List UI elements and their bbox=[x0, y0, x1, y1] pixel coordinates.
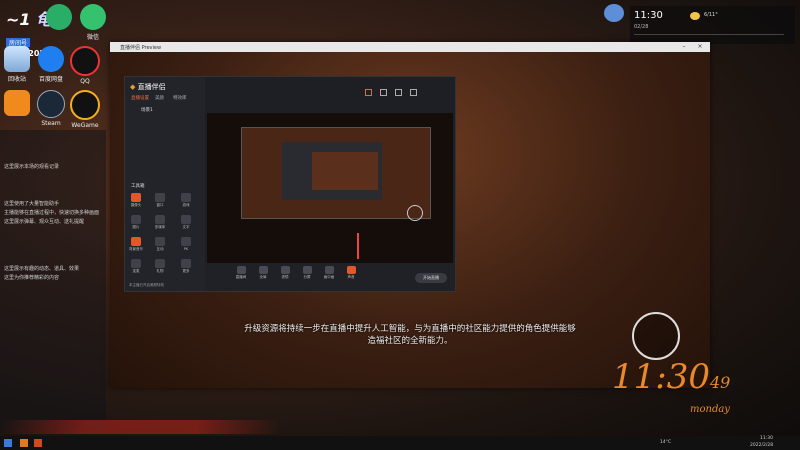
app-orange-icon bbox=[4, 90, 30, 116]
recycle-bin-icon bbox=[4, 46, 30, 72]
desktop-icon-wegame[interactable]: WeGame bbox=[68, 90, 102, 129]
app-footer: 本主播已开启美颜特效 bbox=[129, 283, 164, 287]
tab-effects[interactable]: 特效库 bbox=[173, 95, 187, 101]
window-titlebar: 直播伴侣 Preview – × bbox=[110, 42, 710, 52]
clock-widget: 11:30 02/28 6/11° bbox=[630, 6, 795, 44]
taskbar-app-icon[interactable] bbox=[20, 439, 28, 447]
panel-line: 这里展示有趣的动态、道具、效果 bbox=[4, 266, 80, 272]
window-title: 直播伴侣 Preview bbox=[120, 45, 162, 51]
toolbar-icon[interactable] bbox=[365, 89, 372, 96]
stream-preview[interactable] bbox=[207, 113, 453, 263]
btn-pip[interactable]: 画中画 bbox=[321, 266, 337, 280]
desktop-clock: 11:3049 bbox=[612, 360, 730, 400]
panel-line: 主播能够在直播过程中，快速切换多种画面 bbox=[4, 210, 100, 216]
widget-weather: 6/11° bbox=[704, 12, 718, 18]
start-menu-icon[interactable] bbox=[4, 439, 12, 447]
toolbar-icon[interactable] bbox=[380, 89, 388, 96]
tab-live-settings[interactable]: 直播设置 bbox=[131, 95, 149, 101]
tool-game[interactable]: 游戏 bbox=[179, 193, 193, 208]
tool-more[interactable]: 更多 bbox=[179, 259, 193, 274]
tool-text[interactable]: 文字 bbox=[179, 215, 193, 230]
close-button[interactable]: × bbox=[696, 43, 704, 51]
clock-seconds: 49 bbox=[709, 373, 731, 392]
tool-camera[interactable]: 摄像头 bbox=[129, 193, 143, 208]
clock-time: 11:30 bbox=[612, 357, 710, 397]
widget-time: 11:30 bbox=[634, 10, 663, 21]
btn-global[interactable]: 全局 bbox=[255, 266, 271, 280]
network-widget-icon[interactable] bbox=[604, 4, 624, 22]
panel-line: 这里展示本场的观看记录 bbox=[4, 164, 60, 170]
preview-emblem-icon bbox=[407, 205, 423, 221]
desktop-icon-wechat[interactable]: 微信 bbox=[76, 4, 110, 41]
clock-day: monday bbox=[690, 404, 730, 415]
baidu-netdisk-icon bbox=[38, 46, 64, 72]
tool-gift[interactable]: 礼物 bbox=[153, 259, 167, 274]
volume-slider[interactable] bbox=[357, 233, 359, 259]
tool-interact[interactable]: 互动 bbox=[153, 237, 167, 252]
widget-icon-row bbox=[634, 34, 784, 41]
widget-date: 02/28 bbox=[634, 24, 649, 30]
tool-image[interactable]: 图片 bbox=[129, 215, 143, 230]
streaming-app-window: ◆ 直播伴侣 直播设置 美颜 特效库 场景1 工具箱 摄像头 窗口 游戏 图片 … bbox=[124, 76, 456, 292]
toolbar-icon[interactable] bbox=[395, 89, 403, 96]
desktop-icon-wechat-1[interactable] bbox=[42, 4, 76, 30]
taskbar-time[interactable]: 11:30 bbox=[760, 436, 773, 441]
tool-window[interactable]: 窗口 bbox=[153, 193, 167, 208]
steam-icon bbox=[37, 90, 65, 118]
taskbar-date[interactable]: 2022/2/28 bbox=[750, 443, 773, 448]
wechat-icon bbox=[46, 4, 72, 30]
taskbar: 14°C 11:30 2022/2/28 bbox=[0, 436, 800, 450]
btn-room[interactable]: 直播间 bbox=[233, 266, 249, 280]
desktop-icon-qq[interactable]: QQ bbox=[68, 46, 102, 85]
tab-beauty[interactable]: 美颜 bbox=[155, 95, 164, 101]
desktop-icon-app-orange[interactable] bbox=[0, 90, 34, 116]
subtitle-line-1: 升级资源将持续一步在直播中提升人工智能，与为直播中的社区能力提供的角色提供能够 bbox=[244, 324, 576, 334]
btn-filter[interactable]: 滤镜 bbox=[277, 266, 293, 280]
btn-audio[interactable]: 声音 bbox=[343, 266, 359, 280]
tool-pk[interactable]: PK bbox=[179, 237, 193, 251]
wegame-icon bbox=[70, 90, 100, 120]
toolbar-icon[interactable] bbox=[410, 89, 418, 96]
btn-split[interactable]: 分屏 bbox=[299, 266, 315, 280]
weather-icon bbox=[690, 12, 700, 20]
preview-inner-screen bbox=[241, 127, 431, 219]
desktop-icon-steam[interactable]: Steam bbox=[34, 90, 68, 127]
left-chat-panel: 这里展示本场的观看记录 这里使用了大量智能助手 主播能够在直播过程中，快速切换多… bbox=[0, 130, 106, 430]
scene-item[interactable]: 场景1 bbox=[141, 107, 153, 113]
panel-line: 这里使用了大量智能助手 bbox=[4, 201, 60, 207]
start-live-button[interactable]: 开始直播 bbox=[415, 273, 447, 283]
minimize-button[interactable]: – bbox=[680, 43, 688, 51]
qq-icon bbox=[70, 46, 100, 76]
tool-music[interactable]: 背景音乐 bbox=[129, 237, 143, 252]
desktop-icon-baidu[interactable]: 百度网盘 bbox=[34, 46, 68, 83]
app-bottom-bar: 直播间 全局 滤镜 分屏 画中画 声音 开始直播 bbox=[205, 263, 455, 291]
preview-inner-app bbox=[282, 142, 382, 200]
taskbar-app-icon[interactable] bbox=[34, 439, 42, 447]
panel-line: 这里展示弹幕、观众互动、送礼提醒 bbox=[4, 219, 85, 225]
app-toolbar bbox=[365, 81, 450, 96]
panel-line: 这里为你推荐精彩的内容 bbox=[4, 275, 60, 281]
tool-link[interactable]: 连麦 bbox=[129, 259, 143, 274]
taskbar-temperature: 14°C bbox=[660, 440, 672, 445]
toolbox-label: 工具箱 bbox=[131, 184, 145, 189]
desktop-icon-recycle-bin[interactable]: 回收站 bbox=[0, 46, 34, 83]
app-sidebar: ◆ 直播伴侣 直播设置 美颜 特效库 场景1 工具箱 摄像头 窗口 游戏 图片 … bbox=[125, 77, 205, 291]
audio-visualizer bbox=[0, 420, 280, 434]
subtitle-line-2: 造福社区的全新能力。 bbox=[367, 336, 453, 346]
subtitle: 升级资源将持续一步在直播中提升人工智能，与为直播中的社区能力提供的角色提供能够 … bbox=[210, 323, 610, 347]
wechat-icon bbox=[80, 4, 106, 30]
tool-media[interactable]: 多媒体 bbox=[153, 215, 167, 230]
app-logo: ◆ 直播伴侣 bbox=[130, 83, 166, 91]
emblem-icon bbox=[632, 312, 680, 360]
